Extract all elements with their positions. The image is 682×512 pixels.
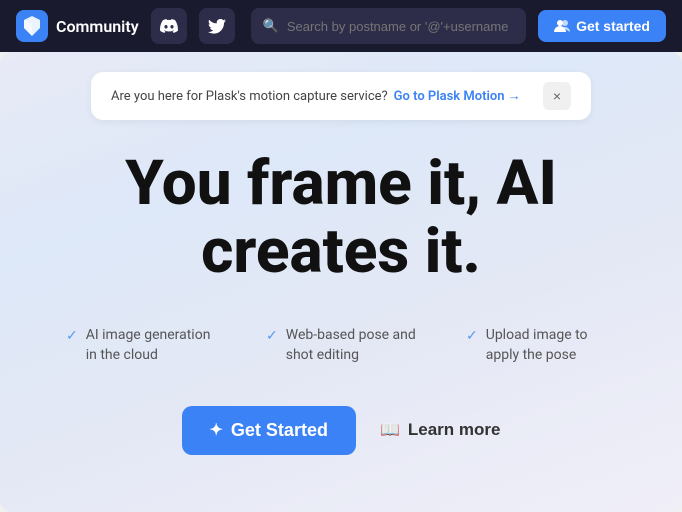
get-started-nav-button[interactable]: Get started [538,10,666,42]
search-icon: 🔍 [263,19,279,34]
feature-item-1: ✓ AI image generation in the cloud [66,326,216,365]
hero-line2: creates it. [201,215,481,288]
get-started-main-label: Get Started [231,420,328,441]
search-bar[interactable]: 🔍 [251,8,526,44]
features-list: ✓ AI image generation in the cloud ✓ Web… [66,326,616,365]
learn-more-label: Learn more [408,420,501,440]
twitter-button[interactable] [199,8,235,44]
site-title: Community [56,17,139,36]
feature-text-1: AI image generation in the cloud [86,326,216,365]
banner-link[interactable]: Go to Plask Motion → [394,88,521,104]
hero-line1: You frame it, AI [125,147,557,220]
navbar: Community 🔍 Get started [0,0,682,52]
feature-text-2: Web-based pose and shot editing [286,326,416,365]
logo: Community [16,10,139,42]
check-icon-1: ✓ [66,328,78,344]
banner-question: Are you here for Plask's motion capture … [111,89,388,104]
feature-text-3: Upload image to apply the pose [486,326,616,365]
cta-row: ✦ Get Started 📖 Learn more [182,406,501,455]
sparkle-icon: ✦ [210,420,223,440]
search-input[interactable] [287,19,514,34]
learn-more-button[interactable]: 📖 Learn more [380,420,501,440]
motion-capture-banner: Are you here for Plask's motion capture … [91,72,591,120]
banner-close-button[interactable]: × [543,82,571,110]
book-icon: 📖 [380,420,400,440]
get-started-nav-label: Get started [576,18,650,34]
feature-item-3: ✓ Upload image to apply the pose [466,326,616,365]
discord-button[interactable] [151,8,187,44]
plask-logo-icon [16,10,48,42]
check-icon-2: ✓ [266,328,278,344]
feature-item-2: ✓ Web-based pose and shot editing [266,326,416,365]
users-icon [554,18,570,34]
close-icon: × [553,88,561,104]
hero-heading: You frame it, AI creates it. [125,150,557,286]
hero-section: Are you here for Plask's motion capture … [0,52,682,512]
get-started-main-button[interactable]: ✦ Get Started [182,406,356,455]
check-icon-3: ✓ [466,328,478,344]
banner-text: Are you here for Plask's motion capture … [111,88,521,104]
